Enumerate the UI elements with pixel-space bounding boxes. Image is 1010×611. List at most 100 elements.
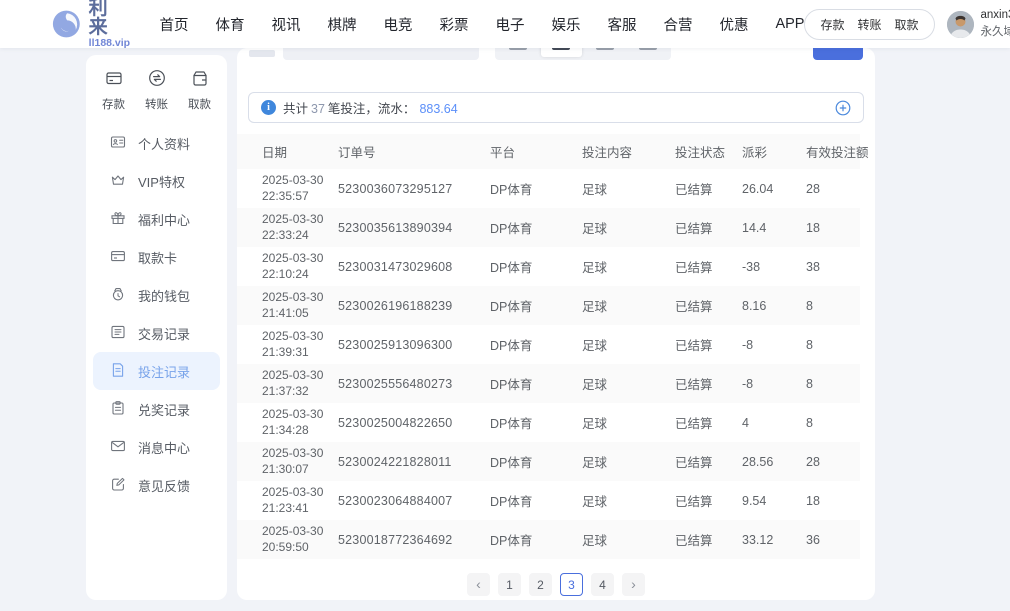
nav-item[interactable]: APP [775, 16, 804, 32]
cell-platform: DP体育 [490, 218, 582, 237]
cell-date: 2025-03-3021:34:28 [262, 407, 338, 439]
sidebar-item[interactable]: 意见反馈 [86, 466, 227, 504]
date-range-input[interactable] [283, 48, 479, 60]
summary-text: 共计37笔投注，流水：883.64 [283, 98, 458, 117]
cell-bet-status: 已结算 [675, 374, 742, 393]
cell-bet-status: 已结算 [675, 452, 742, 471]
cell-date: 2025-03-3022:35:57 [262, 173, 338, 205]
cell-date: 2025-03-3021:30:07 [262, 446, 338, 478]
cell-order-number: 5230018772364692 [338, 533, 490, 547]
cell-platform: DP体育 [490, 530, 582, 549]
sidebar-item-label: 消息中心 [138, 438, 190, 457]
nav-item[interactable]: 电子 [495, 14, 524, 35]
date-tab[interactable] [498, 48, 538, 57]
brand-logo[interactable]: 利来 ll188.vip [52, 0, 133, 49]
sidebar-item[interactable]: 福利中心 [86, 200, 227, 238]
sidebar-item-label: 投注记录 [138, 362, 190, 381]
sidebar-item[interactable]: 消息中心 [86, 428, 227, 466]
date-tab[interactable] [628, 48, 668, 57]
table-row: 2025-03-3022:35:57 5230036073295127 DP体育… [237, 169, 860, 208]
date-quick-tabs[interactable] [495, 48, 671, 60]
wallet-action[interactable]: 取款 [895, 16, 919, 33]
table-body: 2025-03-3022:35:57 5230036073295127 DP体育… [237, 169, 860, 559]
sidebar-item[interactable]: 投注记录 [93, 352, 220, 390]
bet-records-panel: i 共计37笔投注，流水：883.64 日期订单号平台投注内容投注状态派彩有效投… [237, 48, 875, 600]
sidebar-item-label: VIP特权 [138, 172, 185, 191]
table-row: 2025-03-3021:34:28 5230025004822650 DP体育… [237, 403, 860, 442]
nav-item[interactable]: 视讯 [271, 14, 300, 35]
prev-page-button[interactable]: ‹ [467, 573, 490, 596]
cell-bet-content: 足球 [582, 374, 675, 393]
nav-item[interactable]: 娱乐 [551, 14, 580, 35]
wallet-action[interactable]: 转账 [857, 16, 881, 33]
table-header-cell: 投注内容 [582, 142, 675, 161]
next-page-button[interactable]: › [622, 573, 645, 596]
quick-action[interactable]: 转账 [145, 69, 168, 112]
bet-table: 日期订单号平台投注内容投注状态派彩有效投注额 2025-03-3022:35:5… [237, 134, 860, 559]
cell-valid-amount: 38 [806, 260, 860, 274]
cell-payout: 9.54 [742, 494, 806, 508]
cell-bet-content: 足球 [582, 530, 675, 549]
username: anxin3399 [981, 9, 1010, 21]
brand-domain: ll188.vip [89, 37, 134, 50]
sidebar-item[interactable]: 交易记录 [86, 314, 227, 352]
user-info: anxin3399总资产：1363.49元 永久域名：ll188.vip | l… [981, 7, 1010, 40]
nav-item[interactable]: 首页 [159, 14, 188, 35]
quick-action[interactable]: 取款 [188, 69, 211, 112]
page-button[interactable]: 3 [560, 573, 583, 596]
avatar[interactable] [947, 11, 974, 38]
nav-item[interactable]: 客服 [607, 14, 636, 35]
nav-item[interactable]: 电竞 [383, 14, 412, 35]
cell-valid-amount: 8 [806, 338, 860, 352]
cell-order-number: 5230035613890394 [338, 221, 490, 235]
cell-payout: 26.04 [742, 182, 806, 196]
sidebar-item[interactable]: 取款卡 [86, 238, 227, 276]
cell-bet-content: 足球 [582, 179, 675, 198]
cell-payout: -8 [742, 338, 806, 352]
nav-item[interactable]: 棋牌 [327, 14, 356, 35]
expand-icon[interactable] [835, 100, 851, 116]
cell-date: 2025-03-3020:59:50 [262, 524, 338, 556]
sidebar-item[interactable]: VIP特权 [86, 162, 227, 200]
sidebar-item[interactable]: 个人资料 [86, 124, 227, 162]
sidebar-item-label: 兑奖记录 [138, 400, 190, 419]
date-tab[interactable] [585, 48, 625, 57]
filter-label-stub [249, 50, 275, 57]
brand-name: 利来 [89, 0, 134, 37]
wallet-action[interactable]: 存款 [820, 16, 844, 33]
crown-icon [110, 172, 126, 191]
cell-bet-content: 足球 [582, 296, 675, 315]
quick-action-label: 存款 [102, 96, 125, 112]
sidebar: 存款 转账 取款 个人资料 VIP特权 福利中心 取款卡 我的钱包 交易记录 [86, 55, 227, 600]
bet-record-icon [110, 362, 126, 381]
sidebar-menu: 个人资料 VIP特权 福利中心 取款卡 我的钱包 交易记录 投注记录 兑奖记录 … [86, 124, 227, 504]
cell-bet-content: 足球 [582, 413, 675, 432]
nav-item[interactable]: 合营 [663, 14, 692, 35]
deposit-icon [105, 69, 123, 92]
main-nav: 首页 体育 视讯 棋牌 电竞 彩票 电子 娱乐 客服 合营 优惠 APP [159, 14, 804, 35]
domain-label: 永久域名： [981, 24, 1010, 41]
sidebar-item[interactable]: 兑奖记录 [86, 390, 227, 428]
id-card-icon [110, 134, 126, 153]
date-tab-active[interactable] [541, 48, 581, 57]
nav-item[interactable]: 彩票 [439, 14, 468, 35]
cell-payout: -38 [742, 260, 806, 274]
page-button[interactable]: 1 [498, 573, 521, 596]
cell-order-number: 5230026196188239 [338, 299, 490, 313]
nav-item[interactable]: 优惠 [719, 14, 748, 35]
cell-valid-amount: 8 [806, 377, 860, 391]
page-button[interactable]: 2 [529, 573, 552, 596]
page-button[interactable]: 4 [591, 573, 614, 596]
cell-valid-amount: 8 [806, 299, 860, 313]
cell-bet-status: 已结算 [675, 296, 742, 315]
sidebar-item-label: 我的钱包 [138, 286, 190, 305]
cell-payout: 4 [742, 416, 806, 430]
nav-item[interactable]: 体育 [215, 14, 244, 35]
search-button[interactable] [813, 48, 863, 60]
cell-payout: 33.12 [742, 533, 806, 547]
quick-action[interactable]: 存款 [102, 69, 125, 112]
sidebar-item[interactable]: 我的钱包 [86, 276, 227, 314]
table-row: 2025-03-3022:10:24 5230031473029608 DP体育… [237, 247, 860, 286]
cell-valid-amount: 28 [806, 455, 860, 469]
table-header-cell: 派彩 [742, 142, 806, 161]
